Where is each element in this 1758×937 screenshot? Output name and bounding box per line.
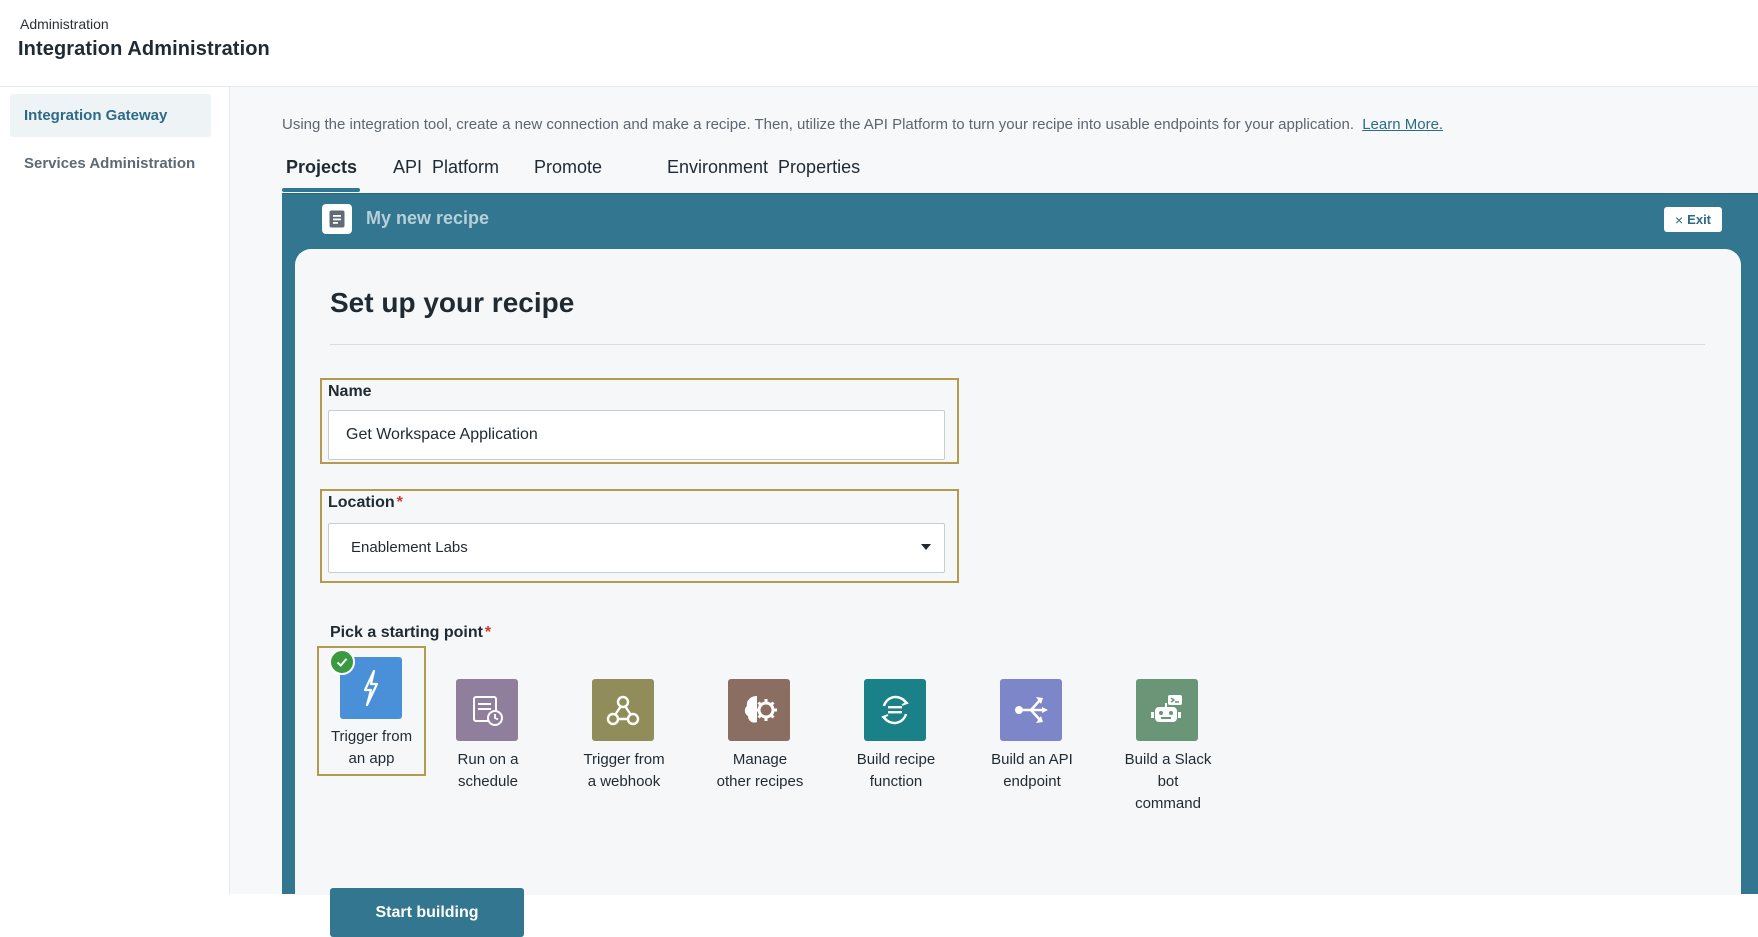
label-line: Run on a bbox=[457, 751, 519, 768]
location-value: Enablement Labs bbox=[351, 539, 468, 556]
function-sync-icon bbox=[864, 679, 926, 741]
label-line: Build an API bbox=[991, 751, 1073, 768]
name-input[interactable]: Get Workspace Application bbox=[328, 410, 945, 460]
api-endpoint-icon bbox=[1000, 679, 1062, 741]
starting-point-label-text: Pick a starting point bbox=[330, 624, 483, 641]
location-select[interactable]: Enablement Labs bbox=[328, 523, 945, 573]
setup-card: Set up your recipe Name Get Workspace Ap… bbox=[295, 249, 1741, 937]
top-header: Administration Integration Administratio… bbox=[0, 0, 1758, 87]
name-label: Name bbox=[328, 383, 372, 400]
starting-point-label: Manage other recipes bbox=[705, 749, 815, 793]
starting-point-label: Pick a starting point * bbox=[330, 624, 491, 642]
name-field-group: Name Get Workspace Application bbox=[320, 378, 959, 464]
label-line: function bbox=[869, 773, 923, 790]
location-label-text: Location bbox=[328, 494, 395, 511]
label-line: Trigger from bbox=[330, 728, 413, 745]
exit-label: Exit bbox=[1687, 212, 1712, 227]
location-label: Location * bbox=[328, 494, 403, 512]
schedule-clock-icon bbox=[456, 679, 518, 741]
sidebar-item-services-administration[interactable]: Services Administration bbox=[10, 142, 211, 185]
starting-point-trigger-from-app[interactable]: Trigger from an app bbox=[317, 646, 426, 776]
label-line: an app bbox=[348, 750, 395, 767]
tab-api-platform[interactable]: API Platform bbox=[393, 157, 499, 178]
page-title: Integration Administration bbox=[18, 38, 270, 60]
starting-point-label: Build recipe function bbox=[841, 749, 951, 793]
label-line: Build a Slack bbox=[1124, 751, 1212, 768]
webhook-icon bbox=[592, 679, 654, 741]
label-line: a webhook bbox=[587, 773, 661, 790]
breadcrumb[interactable]: Administration bbox=[20, 16, 109, 32]
starting-point-build-slack-bot[interactable]: Build a Slack bot command bbox=[1113, 669, 1223, 839]
recipe-panel: My new recipe × Exit Set up your recipe … bbox=[282, 193, 1758, 937]
start-building-button[interactable]: Start building bbox=[330, 888, 524, 937]
label-line: endpoint bbox=[1003, 773, 1061, 790]
starting-point-label: Trigger from an app bbox=[319, 726, 424, 770]
label-line: Manage bbox=[732, 751, 788, 768]
label-line: other recipes bbox=[716, 773, 804, 790]
starting-point-build-recipe-function[interactable]: Build recipe function bbox=[841, 669, 951, 819]
starting-point-build-api-endpoint[interactable]: Build an API endpoint bbox=[977, 669, 1087, 819]
exit-button[interactable]: × Exit bbox=[1664, 207, 1722, 232]
starting-point-manage-other-recipes[interactable]: Manage other recipes bbox=[705, 669, 815, 819]
starting-point-label: Build an API endpoint bbox=[977, 749, 1087, 793]
slack-bot-icon bbox=[1136, 679, 1198, 741]
label-line: command bbox=[1135, 795, 1201, 812]
required-marker: * bbox=[396, 494, 403, 511]
close-icon: × bbox=[1674, 211, 1684, 228]
tab-promote[interactable]: Promote bbox=[534, 157, 602, 178]
main-content: Using the integration tool, create a new… bbox=[230, 87, 1758, 937]
tab-projects[interactable]: Projects bbox=[286, 157, 357, 178]
label-line: Trigger from bbox=[583, 751, 665, 768]
intro-description: Using the integration tool, create a new… bbox=[282, 116, 1355, 133]
sidebar: Integration Gateway Services Administrat… bbox=[0, 87, 230, 894]
brain-gear-icon bbox=[728, 679, 790, 741]
starting-point-label: Run on a schedule bbox=[433, 749, 543, 793]
active-tab-indicator bbox=[282, 188, 360, 192]
checkmark-icon bbox=[329, 649, 355, 675]
recipe-document-icon bbox=[322, 204, 352, 234]
starting-point-label: Build a Slack bot command bbox=[1113, 749, 1223, 815]
sidebar-item-integration-gateway[interactable]: Integration Gateway bbox=[10, 94, 211, 137]
divider bbox=[330, 344, 1705, 345]
recipe-title[interactable]: My new recipe bbox=[366, 208, 489, 229]
learn-more-link[interactable]: Learn More. bbox=[1362, 116, 1443, 133]
starting-point-label: Trigger from a webhook bbox=[569, 749, 679, 793]
label-line: Build recipe bbox=[856, 751, 936, 768]
required-marker: * bbox=[484, 624, 492, 641]
label-line: schedule bbox=[457, 773, 519, 790]
starting-point-run-on-schedule[interactable]: Run on a schedule bbox=[433, 669, 543, 819]
chevron-down-icon bbox=[921, 544, 931, 550]
tab-environment-properties[interactable]: Environment Properties bbox=[667, 157, 860, 178]
setup-heading: Set up your recipe bbox=[330, 287, 575, 318]
intro-text: Using the integration tool, create a new… bbox=[282, 116, 1443, 133]
starting-point-trigger-from-webhook[interactable]: Trigger from a webhook bbox=[569, 669, 679, 819]
label-line: bot bbox=[1157, 773, 1179, 790]
location-field-group: Location * Enablement Labs bbox=[320, 489, 959, 583]
